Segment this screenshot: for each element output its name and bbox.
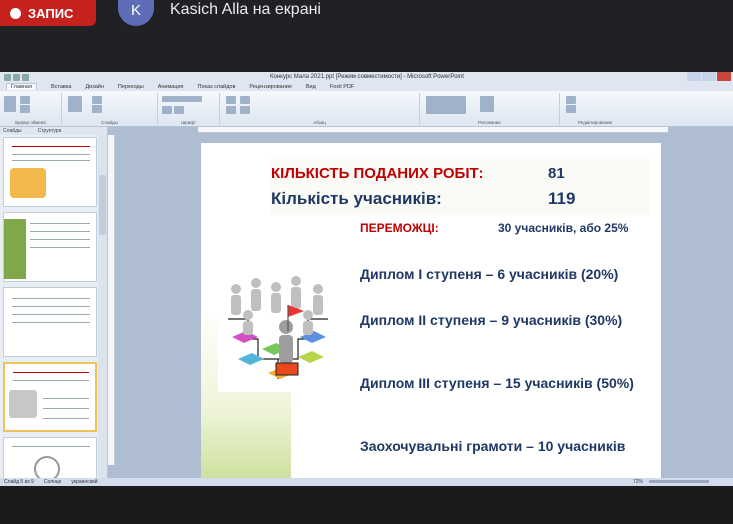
pane-tab-slides[interactable]: Слайды [3, 128, 22, 134]
shared-screen: Конкурс Мала 2021.ppt [Режим совместимос… [0, 72, 733, 486]
vertical-ruler [108, 135, 115, 465]
group-paragraph: Абзац [220, 93, 420, 125]
reset-icon[interactable] [92, 105, 102, 113]
align-left-icon[interactable] [226, 106, 236, 114]
slide-thumbnail-4-selected[interactable] [3, 362, 97, 432]
close-icon[interactable] [717, 72, 731, 81]
group-clipboard: Буфер обмена [0, 93, 62, 125]
diploma-1-item: Диплом І ступеня – 6 учасників (20%) [360, 266, 619, 282]
ribbon-tabs: Главная Вставка Дизайн Переходы Анимация… [0, 82, 733, 91]
zoom-slider[interactable] [649, 480, 709, 483]
pane-tab-outline[interactable]: Структура [38, 128, 62, 134]
window-controls [687, 72, 731, 81]
slide-thumbnail-1[interactable] [3, 137, 97, 207]
tab-home[interactable]: Главная [6, 83, 37, 90]
align-center-icon[interactable] [240, 106, 250, 114]
quick-access-toolbar[interactable] [4, 73, 29, 81]
meeting-top-bar: ЗАПИС K Kasich Alla на екрані [0, 0, 733, 72]
group-editing: Редактирование [560, 93, 630, 125]
numbering-icon[interactable] [240, 96, 250, 104]
window-title-bar: Конкурс Мала 2021.ppt [Режим совместимос… [0, 72, 733, 82]
submitted-works-label: КІЛЬКІСТЬ ПОДАНИХ РОБІТ: [271, 165, 484, 182]
workspace: Слайды Структура КІЛЬКІСТЬ ПОДАНИХ РОБІТ… [0, 127, 733, 486]
recording-label: ЗАПИС [28, 5, 74, 21]
bullets-icon[interactable] [226, 96, 236, 104]
slide-edit-area: КІЛЬКІСТЬ ПОДАНИХ РОБІТ: 81 Кількість уч… [108, 127, 733, 478]
redo-icon[interactable] [22, 73, 29, 81]
tab-review[interactable]: Рецензирование [249, 84, 291, 90]
diploma-3-item: Диплом ІІІ ступеня – 15 учасників (50%) [360, 375, 634, 391]
paste-icon[interactable] [4, 96, 16, 112]
presenter-avatar[interactable]: K [118, 0, 154, 26]
winners-label: ПЕРЕМОЖЦІ: [360, 221, 439, 235]
font-select[interactable] [162, 96, 202, 102]
tab-transitions[interactable]: Переходы [118, 84, 144, 90]
bold-icon[interactable] [162, 106, 172, 114]
diploma-2-item: Диплом ІІ ступеня – 9 учасників (30%) [360, 312, 623, 328]
slide-thumbnail-2[interactable] [3, 212, 97, 282]
status-theme: Солнце [43, 479, 62, 485]
submitted-works-value: 81 [548, 165, 565, 182]
presenter-status: Kasich Alla на екрані [170, 1, 321, 18]
group-slides: Слайды [62, 93, 158, 125]
participants-value: 119 [548, 189, 576, 208]
tab-insert[interactable]: Вставка [51, 84, 71, 90]
cut-icon[interactable] [20, 96, 30, 104]
pane-tabs: Слайды Структура [0, 127, 107, 135]
status-slide-number: Слайд 5 из 9 [4, 479, 34, 485]
undo-icon[interactable] [13, 73, 20, 81]
zoom-level: 72% [632, 479, 643, 485]
people-network-illustration [218, 269, 340, 392]
winners-value: 30 учасників, або 25% [498, 221, 629, 235]
status-bar: Слайд 5 из 9 Солнце украинский 72% [0, 478, 733, 486]
record-dot-icon [10, 7, 21, 19]
current-slide[interactable]: КІЛЬКІСТЬ ПОДАНИХ РОБІТ: 81 Кількість уч… [201, 143, 661, 478]
copy-icon[interactable] [20, 105, 30, 113]
layout-icon[interactable] [92, 96, 102, 104]
replace-icon[interactable] [566, 105, 576, 113]
horizontal-ruler [198, 127, 668, 133]
ribbon: Буфер обмена Слайды Шрифт Абзац Рисовани… [0, 91, 733, 127]
save-icon[interactable] [4, 73, 11, 81]
tab-slideshow[interactable]: Показ слайдов [198, 84, 236, 90]
recording-badge[interactable]: ЗАПИС [0, 0, 96, 26]
italic-icon[interactable] [174, 106, 184, 114]
participants-label: Кількість учасників: [271, 189, 442, 208]
slide-thumbnail-3[interactable] [3, 287, 97, 357]
window-title: Конкурс Мала 2021.ppt [Режим совместимос… [270, 74, 464, 80]
meeting-bottom-area [0, 486, 733, 524]
minimize-icon[interactable] [687, 72, 701, 81]
tab-animation[interactable]: Анимация [158, 84, 184, 90]
find-icon[interactable] [566, 96, 576, 104]
thumbnails-scrollbar[interactable] [98, 135, 107, 478]
shapes-gallery[interactable] [426, 96, 466, 114]
tab-view[interactable]: Вид [306, 84, 316, 90]
status-language: украинский [71, 479, 98, 485]
slides-pane: Слайды Структура [0, 127, 108, 486]
maximize-icon[interactable] [702, 72, 716, 81]
encouragement-item: Заохочувальні грамоти – 10 учасників [360, 438, 626, 454]
group-font: Шрифт [158, 93, 220, 125]
arrange-icon[interactable] [480, 96, 494, 112]
new-slide-icon[interactable] [68, 96, 82, 112]
group-drawing: Рисование [420, 93, 560, 125]
tab-design[interactable]: Дизайн [85, 84, 104, 90]
tab-foxit[interactable]: Foxit PDF [330, 84, 354, 90]
